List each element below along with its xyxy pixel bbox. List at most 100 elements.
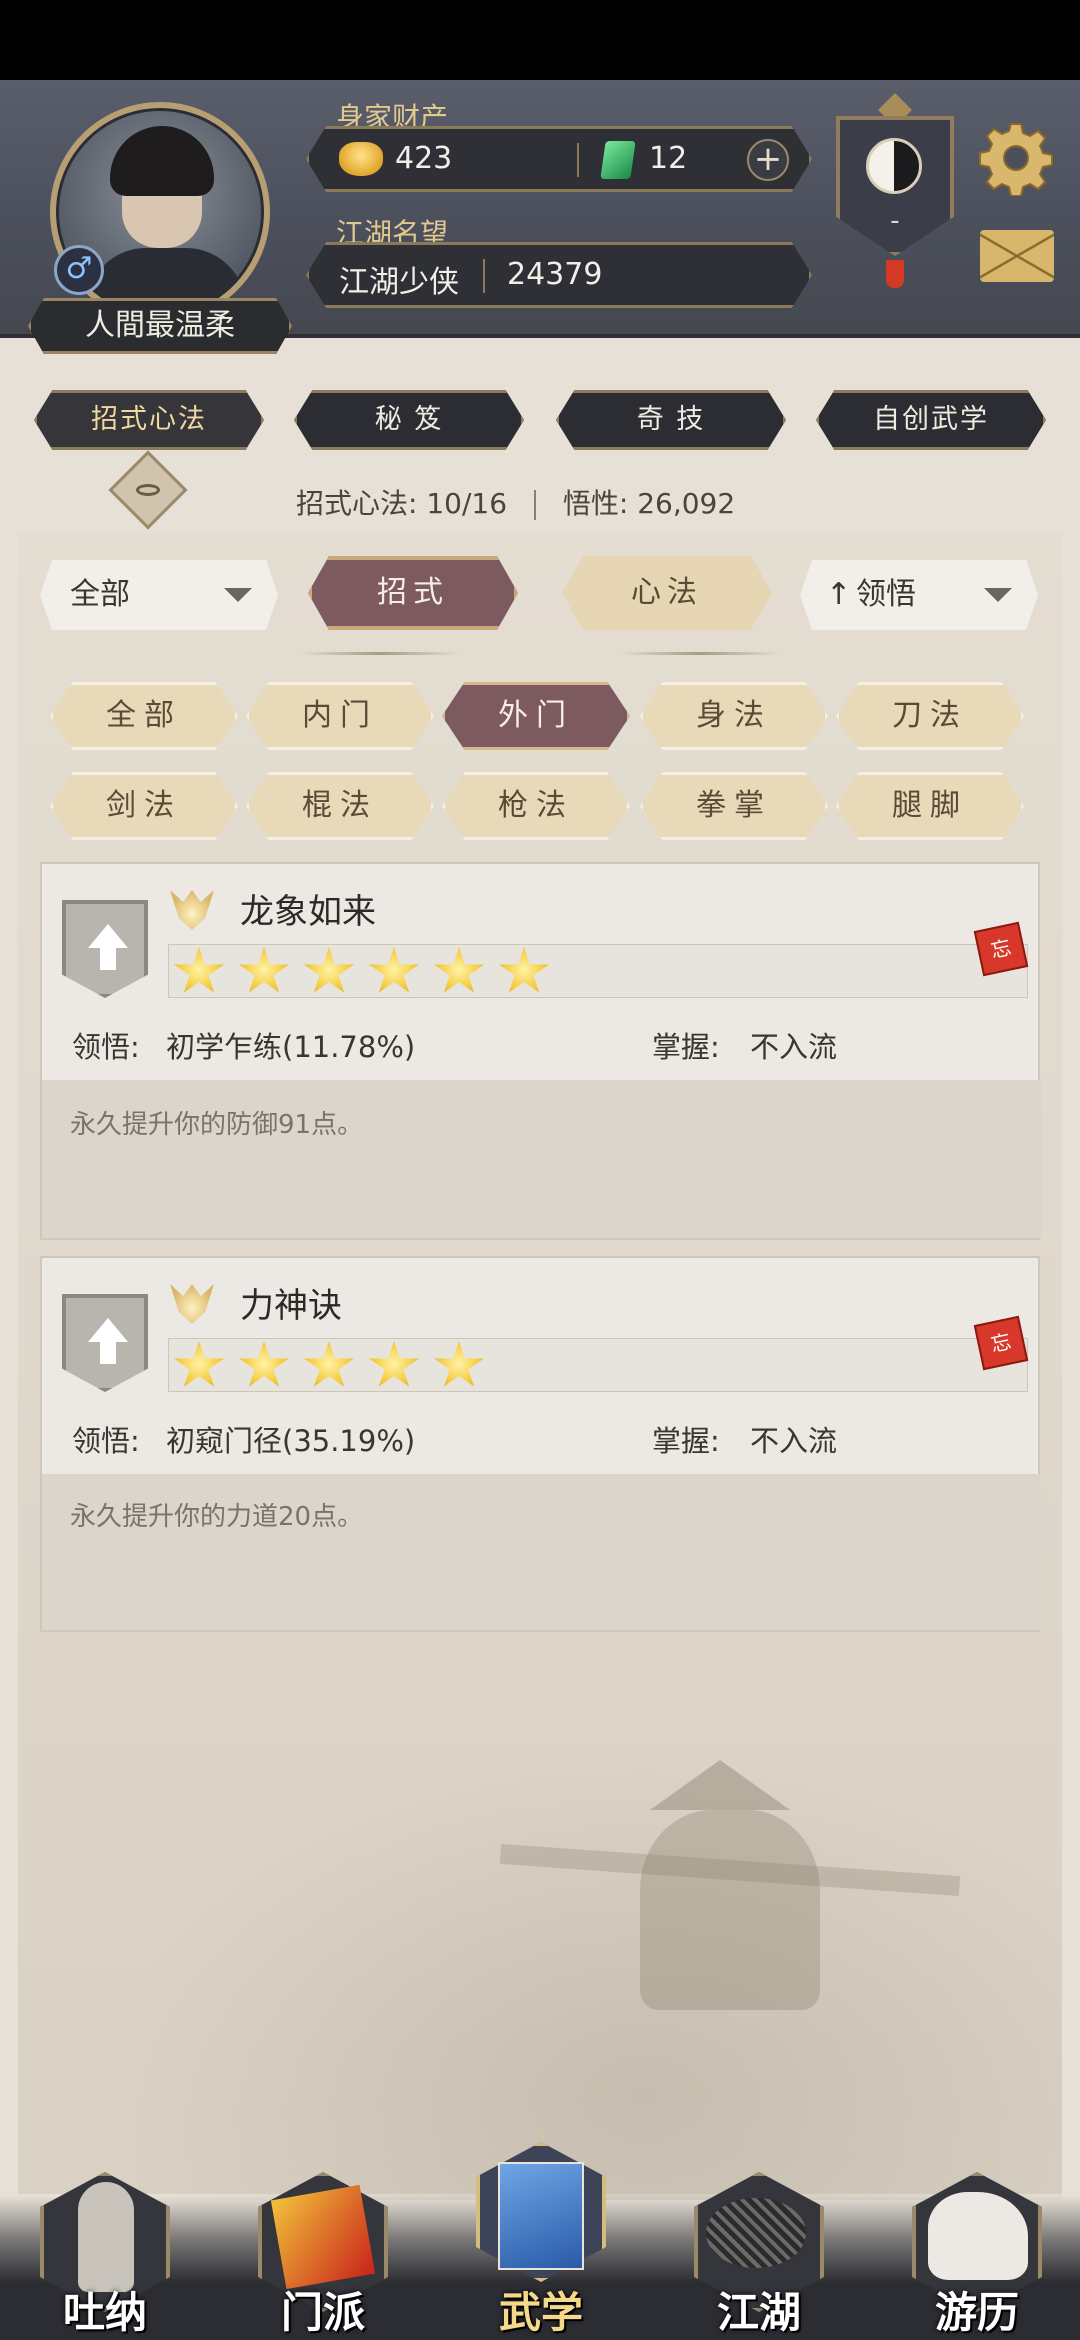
category-fist-palm[interactable]: 拳掌	[640, 772, 828, 840]
forget-seal-icon[interactable]: 忘	[973, 1315, 1029, 1371]
mastery-label: 掌握:	[652, 1030, 720, 1064]
nav-label: 游历	[934, 2288, 1019, 2337]
eye-icon[interactable]	[108, 450, 188, 530]
comprehension-value: 初窥门径(35.19%)	[166, 1424, 416, 1458]
nav-travel[interactable]: 游历	[902, 2172, 1052, 2340]
reputation-value: 24379	[507, 257, 603, 292]
sect-banner-icon	[270, 2184, 376, 2290]
nav-label: 武学	[498, 2288, 583, 2337]
male-gender-icon: ♂	[54, 245, 104, 295]
add-currency-button[interactable]: +	[747, 139, 789, 181]
category-inner[interactable]: 内门	[246, 682, 434, 750]
currency-bar: 423 12 +	[306, 126, 812, 192]
tab-moves-mind[interactable]: 招式心法	[34, 390, 264, 450]
yin-yang-icon	[866, 138, 922, 194]
rank-crest-icon	[170, 1284, 214, 1324]
star-icon	[304, 1341, 354, 1387]
star-icon	[304, 947, 354, 993]
nav-breathing[interactable]: 吐纳	[30, 2172, 180, 2340]
player-name: 人間最温柔	[28, 298, 292, 354]
category-outer[interactable]: 外门	[442, 682, 630, 750]
skill-description: 永久提升你的力道20点。	[70, 1502, 364, 1532]
nav-martial-arts[interactable]: 武学	[466, 2142, 616, 2340]
sect-badge-value: -	[890, 206, 900, 236]
comprehension-label: 领悟:	[72, 1030, 140, 1064]
nav-label: 吐纳	[62, 2288, 147, 2337]
star-icon	[369, 947, 419, 993]
type-dropdown-value: 全部	[70, 577, 130, 612]
star-rating	[168, 1338, 1028, 1392]
ornament-divider-left	[300, 652, 460, 655]
upgrade-arrow-icon	[62, 1294, 148, 1392]
star-icon	[369, 1341, 419, 1387]
forget-seal-icon[interactable]: 忘	[973, 921, 1029, 977]
mastery-label: 掌握:	[652, 1424, 720, 1458]
star-icon	[174, 1341, 224, 1387]
skill-name: 力神诀	[240, 1286, 342, 1326]
type-dropdown[interactable]: 全部	[40, 560, 278, 630]
background-ink-art	[18, 1680, 1062, 2200]
ornament-divider-right	[620, 652, 780, 655]
sort-arrow-up-icon: ↑	[826, 577, 852, 612]
stats-divider	[533, 490, 536, 520]
category-all[interactable]: 全部	[50, 682, 238, 750]
category-movement[interactable]: 身法	[640, 682, 828, 750]
tab-secret-manuals[interactable]: 秘 笈	[294, 390, 524, 450]
star-rating	[168, 944, 1028, 998]
skill-card[interactable]: 力神诀 忘 领悟: 初窥门径(35.19%) 掌握: 不入流 永久提升你的力道2…	[40, 1256, 1042, 1632]
sort-dropdown-value: 领悟	[856, 577, 916, 612]
sort-dropdown[interactable]: ↑ 领悟	[800, 560, 1038, 630]
reputation-bar: 江湖少侠 24379	[306, 242, 812, 308]
toggle-mind-methods[interactable]: 心法	[562, 556, 772, 630]
jade-icon	[600, 141, 636, 179]
gold-amount: 423	[395, 141, 453, 176]
gold-ingot-icon	[339, 142, 383, 176]
tab-custom-martial-arts[interactable]: 自创武学	[816, 390, 1046, 450]
upgrade-arrow-icon	[62, 900, 148, 998]
gear-icon[interactable]	[978, 120, 1054, 196]
star-icon	[499, 947, 549, 993]
star-icon	[239, 947, 289, 993]
bamboo-hat-icon	[706, 2198, 806, 2268]
skill-description: 永久提升你的防御91点。	[70, 1110, 364, 1140]
category-saber[interactable]: 刀法	[836, 682, 1024, 750]
star-icon	[239, 1341, 289, 1387]
insight-value: 26,092	[637, 487, 736, 520]
horse-icon	[928, 2192, 1028, 2280]
tassel-icon	[886, 260, 904, 288]
mastery-value: 不入流	[750, 1424, 838, 1458]
martial-book-icon	[498, 2162, 584, 2270]
nav-label: 门派	[280, 2288, 365, 2337]
toggle-moves[interactable]: 招式	[308, 556, 518, 630]
star-icon	[174, 947, 224, 993]
skill-stats: 招式心法: 10/16 悟性: 26,092	[296, 482, 735, 522]
mail-icon[interactable]	[980, 230, 1054, 282]
tab-special-skills[interactable]: 奇 技	[556, 390, 786, 450]
skill-name: 龙象如来	[240, 892, 376, 932]
moves-count-label: 招式心法:	[296, 487, 418, 520]
star-icon	[434, 947, 484, 993]
status-bar	[0, 0, 1080, 80]
category-staff[interactable]: 棍法	[246, 772, 434, 840]
category-spear[interactable]: 枪法	[442, 772, 630, 840]
nav-jianghu[interactable]: 江湖	[684, 2172, 834, 2340]
reputation-title: 江湖少侠	[339, 265, 459, 300]
insight-label: 悟性:	[562, 487, 629, 520]
chevron-down-icon	[984, 588, 1012, 602]
reputation-divider	[483, 259, 485, 293]
nav-sect[interactable]: 门派	[248, 2172, 398, 2340]
skill-card[interactable]: 龙象如来 忘 领悟: 初学乍练(11.78%) 掌握: 不入流 永久提升你的防御…	[40, 862, 1042, 1240]
currency-divider	[577, 143, 579, 177]
jade-amount: 12	[649, 141, 688, 176]
meditating-figure-icon	[78, 2182, 134, 2292]
category-legs[interactable]: 腿脚	[836, 772, 1024, 840]
player-header: ♂ 人間最温柔 身家财产 423 12 + 江湖名望 江湖少侠 24379 -	[0, 80, 1080, 354]
star-icon	[434, 1341, 484, 1387]
background-figure-body	[640, 1810, 820, 2010]
rank-crest-icon	[170, 890, 214, 930]
mastery-value: 不入流	[750, 1030, 838, 1064]
sect-badge[interactable]: -	[836, 93, 954, 288]
category-sword[interactable]: 剑法	[50, 772, 238, 840]
chevron-down-icon	[224, 588, 252, 602]
nav-label: 江湖	[716, 2288, 801, 2337]
